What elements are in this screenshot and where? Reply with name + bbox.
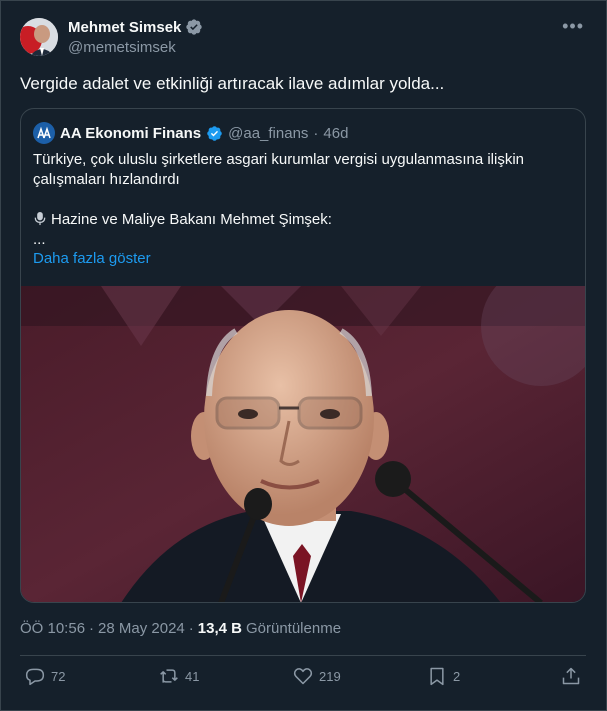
tweet-date[interactable]: 28 May 2024 — [98, 620, 185, 637]
microphone-icon — [34, 211, 46, 226]
author-display-name[interactable]: Mehmet Simsek — [68, 19, 181, 36]
bookmark-icon — [430, 667, 444, 686]
quote-body: Türkiye, çok uluslu şirketlere asgari ku… — [33, 150, 563, 250]
quote-line: çalışmaları hızlandırdı — [33, 171, 180, 188]
tweet-detail: Mehmet Simsek @memetsimsek ••• Vergide a… — [0, 0, 607, 711]
bookmark-count: 2 — [453, 668, 461, 684]
aa-logo-icon — [37, 126, 51, 139]
views-count: 13,4 B — [197, 620, 242, 637]
author-handle[interactable]: @memetsimsek — [68, 39, 176, 56]
tweet-text: Vergide adalet ve etkinliği artıracak il… — [20, 74, 445, 93]
quote-author-handle[interactable]: @aa_finans — [228, 125, 308, 142]
quote-author-avatar[interactable] — [33, 122, 55, 144]
quote-ellipsis: ... — [33, 231, 46, 248]
like-count: 219 — [319, 668, 341, 684]
quote-line: Türkiye, çok uluslu şirketlere asgari ku… — [33, 151, 525, 168]
share-icon — [562, 667, 580, 685]
verified-badge-icon — [186, 19, 203, 35]
retweet-icon — [160, 669, 178, 683]
quote-media-photo[interactable] — [21, 266, 585, 602]
tweet-time[interactable]: ÖÖ 10:56 — [20, 620, 85, 637]
meta-separator: · — [188, 620, 194, 637]
author-name-row[interactable]: Mehmet Simsek — [68, 18, 203, 36]
quote-blank-line — [33, 190, 563, 210]
quote-author-name[interactable]: AA Ekonomi Finans — [60, 125, 201, 142]
author-avatar-image — [20, 18, 58, 56]
quote-verified-badge-icon — [207, 125, 222, 141]
quote-speaker-line: Hazine ve Maliye Bakanı Mehmet Şimşek: — [33, 210, 563, 230]
heart-icon — [293, 668, 313, 685]
quote-separator: · — [313, 124, 319, 142]
quote-header: AA Ekonomi Finans @aa_finans · 46d — [33, 122, 348, 144]
meta-separator: · — [89, 620, 95, 637]
quoted-tweet-card[interactable]: AA Ekonomi Finans @aa_finans · 46d Türki… — [20, 108, 586, 603]
reply-count: 72 — [51, 668, 66, 684]
reply-button[interactable]: 72 — [25, 666, 65, 686]
reply-icon — [25, 668, 45, 686]
more-options-icon[interactable]: ••• — [562, 17, 584, 35]
bookmark-button[interactable]: 2 — [427, 666, 460, 686]
views-label: Görüntülenme — [245, 620, 342, 637]
author-avatar[interactable] — [20, 18, 58, 56]
show-more-link[interactable]: Daha fazla göster — [33, 250, 151, 267]
share-button[interactable] — [561, 666, 581, 686]
retweet-count: 41 — [185, 668, 200, 684]
quote-timestamp[interactable]: 46d — [323, 125, 348, 142]
like-button[interactable]: 219 — [293, 666, 341, 686]
retweet-button[interactable]: 41 — [159, 666, 199, 686]
tweet-meta: ÖÖ 10:56 · 28 May 2024 · 13,4 B Görüntül… — [20, 620, 341, 637]
action-bar: 72 41 219 2 — [1, 666, 607, 694]
photo-portrait-at-microphones — [21, 266, 585, 602]
actions-divider — [20, 655, 586, 656]
quote-speaker-text: Hazine ve Maliye Bakanı Mehmet Şimşek: — [51, 211, 332, 228]
